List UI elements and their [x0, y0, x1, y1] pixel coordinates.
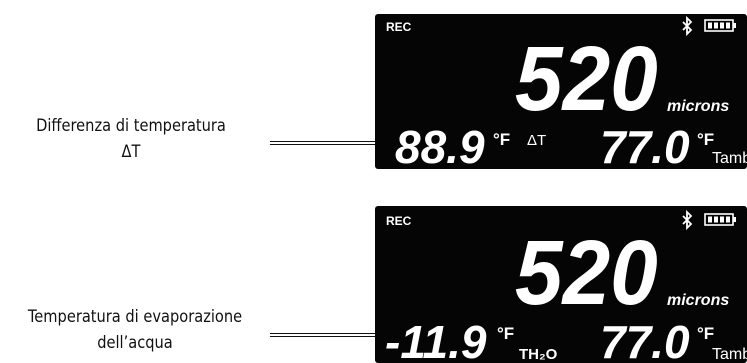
ambient-unit: °F [697, 324, 714, 343]
main-unit: microns [667, 292, 729, 309]
callout-line-1: Differenza di temperatura [36, 116, 226, 136]
lcd-display: REC 520 microns 88.9 °F ΔT 77.0 °F Tamb [375, 14, 747, 169]
rec-indicator: REC [386, 20, 412, 34]
main-reading: 520 [515, 27, 658, 130]
ambient-tag: Tamb [712, 346, 747, 363]
water-evaporation-tag: TH₂O [519, 346, 558, 363]
callout-line-2: ΔT [121, 142, 141, 162]
callout-label-water-evaporation: Temperatura di evaporazione dell’acqua [19, 304, 251, 356]
callout-label-delta-t: Differenza di temperatura ΔT [18, 113, 243, 165]
battery-icon [704, 19, 736, 32]
bluetooth-icon [682, 209, 693, 231]
delta-t-reading: 88.9 [395, 121, 485, 169]
main-reading: 520 [515, 221, 658, 324]
ambient-tag: Tamb [712, 150, 747, 167]
battery-icon [704, 213, 736, 226]
bluetooth-icon [682, 15, 693, 37]
callout-line-1: Temperatura di evaporazione [27, 307, 243, 327]
ambient-reading: 77.0 [600, 316, 690, 363]
lcd-display: REC 520 microns -11.9 °F TH₂O 77.0 °F Ta… [375, 206, 747, 363]
main-unit: microns [667, 98, 729, 115]
water-evaporation-unit: °F [497, 324, 514, 343]
ambient-unit: °F [697, 130, 714, 149]
delta-t-tag: ΔT [527, 132, 546, 149]
rec-indicator: REC [386, 214, 412, 228]
water-evaporation-reading: -11.9 [385, 316, 487, 363]
delta-t-unit: °F [493, 130, 510, 149]
ambient-reading: 77.0 [600, 121, 690, 169]
callout-line-2: dell’acqua [97, 333, 173, 353]
